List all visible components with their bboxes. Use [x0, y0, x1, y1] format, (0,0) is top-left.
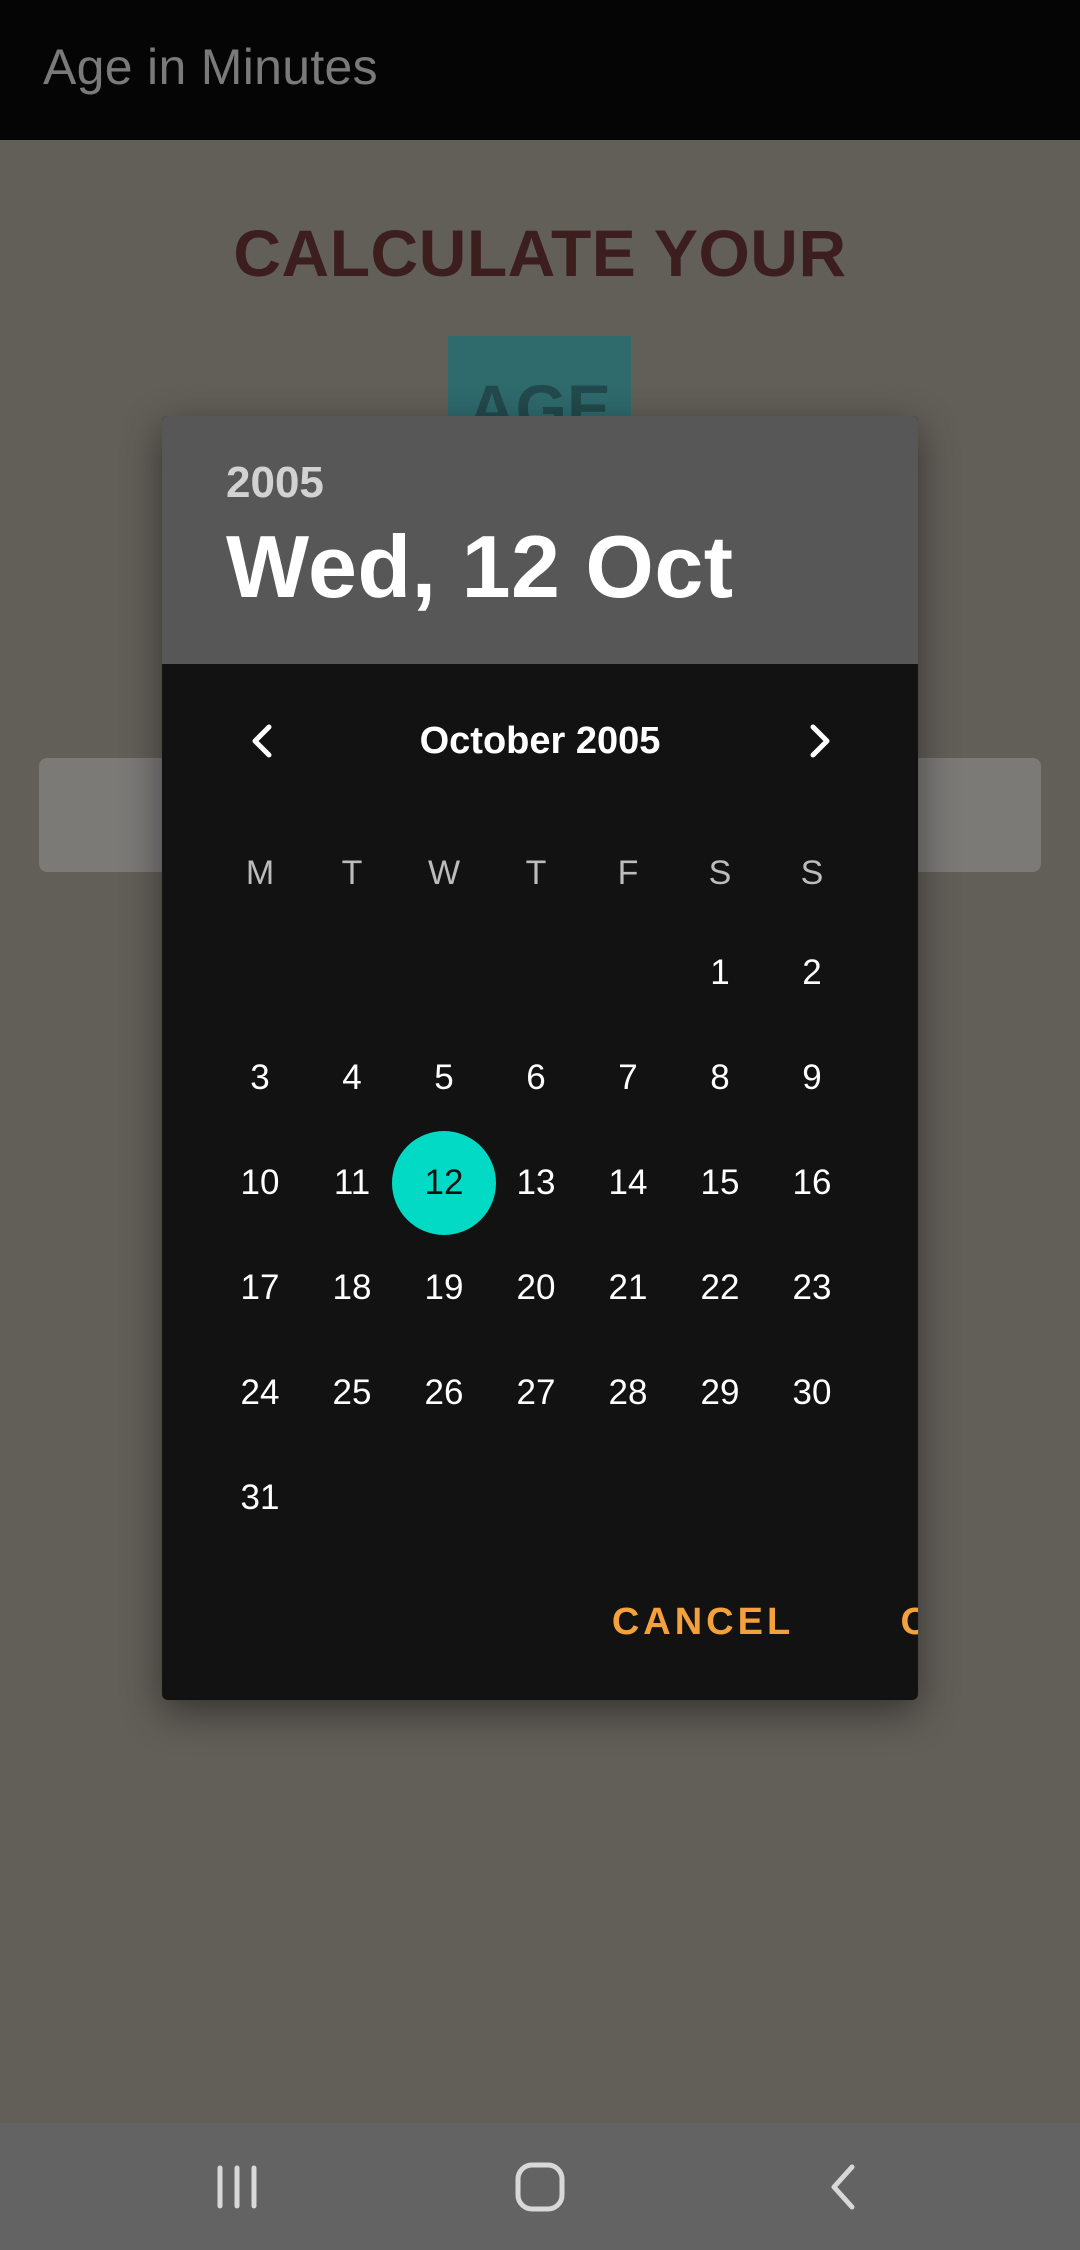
back-button[interactable]: [763, 2123, 923, 2250]
next-month-button[interactable]: [780, 701, 860, 781]
weekday-label: S: [708, 854, 732, 892]
headline: CALCULATE YOUR: [233, 216, 847, 290]
weekday-label: F: [617, 854, 639, 892]
calendar-day[interactable]: 7: [576, 1026, 680, 1130]
weekday-label: W: [427, 854, 461, 892]
system-navigation-bar: [0, 2123, 1080, 2250]
weekday-label: T: [341, 854, 363, 892]
cancel-button[interactable]: CANCEL: [599, 1578, 807, 1666]
chevron-right-icon: [810, 724, 830, 758]
calendar-day[interactable]: 29: [668, 1341, 772, 1445]
calendar-day[interactable]: 15: [668, 1131, 772, 1235]
calendar-day[interactable]: 9: [760, 1026, 864, 1130]
month-navigation: October 2005: [162, 686, 918, 796]
calendar-day[interactable]: 5: [392, 1026, 496, 1130]
calendar-day[interactable]: 16: [760, 1131, 864, 1235]
calendar-day[interactable]: 2: [760, 921, 864, 1025]
calendar-day[interactable]: 26: [392, 1341, 496, 1445]
calendar-day[interactable]: 4: [300, 1026, 404, 1130]
calendar-day-selected[interactable]: 12: [392, 1131, 496, 1235]
date-picker-header: 2005 Wed, 12 Oct: [162, 416, 918, 664]
calendar-day[interactable]: 13: [484, 1131, 588, 1235]
calendar-day[interactable]: 25: [300, 1341, 404, 1445]
calendar-day[interactable]: 21: [576, 1236, 680, 1340]
weekday-label: S: [800, 854, 824, 892]
app-title: Age in Minutes: [43, 39, 378, 95]
home-button[interactable]: [460, 2123, 620, 2250]
calendar-day[interactable]: 19: [392, 1236, 496, 1340]
previous-month-button[interactable]: [222, 701, 302, 781]
calendar-day[interactable]: 11: [300, 1131, 404, 1235]
home-icon: [515, 2162, 565, 2211]
calendar-day[interactable]: 14: [576, 1131, 680, 1235]
calendar-day[interactable]: 28: [576, 1341, 680, 1445]
calendar-day[interactable]: 17: [208, 1236, 312, 1340]
recents-button[interactable]: [157, 2123, 317, 2250]
back-icon: [831, 2164, 855, 2209]
calendar-day[interactable]: 22: [668, 1236, 772, 1340]
calendar-day[interactable]: 30: [760, 1341, 864, 1445]
weekday-label: T: [525, 854, 547, 892]
calendar-day[interactable]: 27: [484, 1341, 588, 1445]
selected-date[interactable]: Wed, 12 Oct: [226, 516, 734, 618]
calendar-day[interactable]: 3: [208, 1026, 312, 1130]
calendar-day[interactable]: 24: [208, 1341, 312, 1445]
calendar-day[interactable]: 18: [300, 1236, 404, 1340]
selected-year[interactable]: 2005: [226, 458, 324, 508]
calendar-day[interactable]: 6: [484, 1026, 588, 1130]
calendar-day[interactable]: 31: [208, 1446, 312, 1550]
calendar-day[interactable]: 23: [760, 1236, 864, 1340]
calendar-day[interactable]: 10: [208, 1131, 312, 1235]
calendar-day[interactable]: 8: [668, 1026, 772, 1130]
ok-button[interactable]: OK: [888, 1578, 919, 1666]
weekday-label: M: [245, 854, 275, 892]
calendar-day[interactable]: 1: [668, 921, 772, 1025]
app-bar: Age in Minutes: [0, 0, 1080, 140]
chevron-left-icon: [252, 724, 272, 758]
calendar-day[interactable]: 20: [484, 1236, 588, 1340]
recents-icon: [217, 2165, 257, 2208]
date-picker-dialog: 2005 Wed, 12 Oct October 2005 MTWTFSS 12…: [162, 416, 918, 1700]
